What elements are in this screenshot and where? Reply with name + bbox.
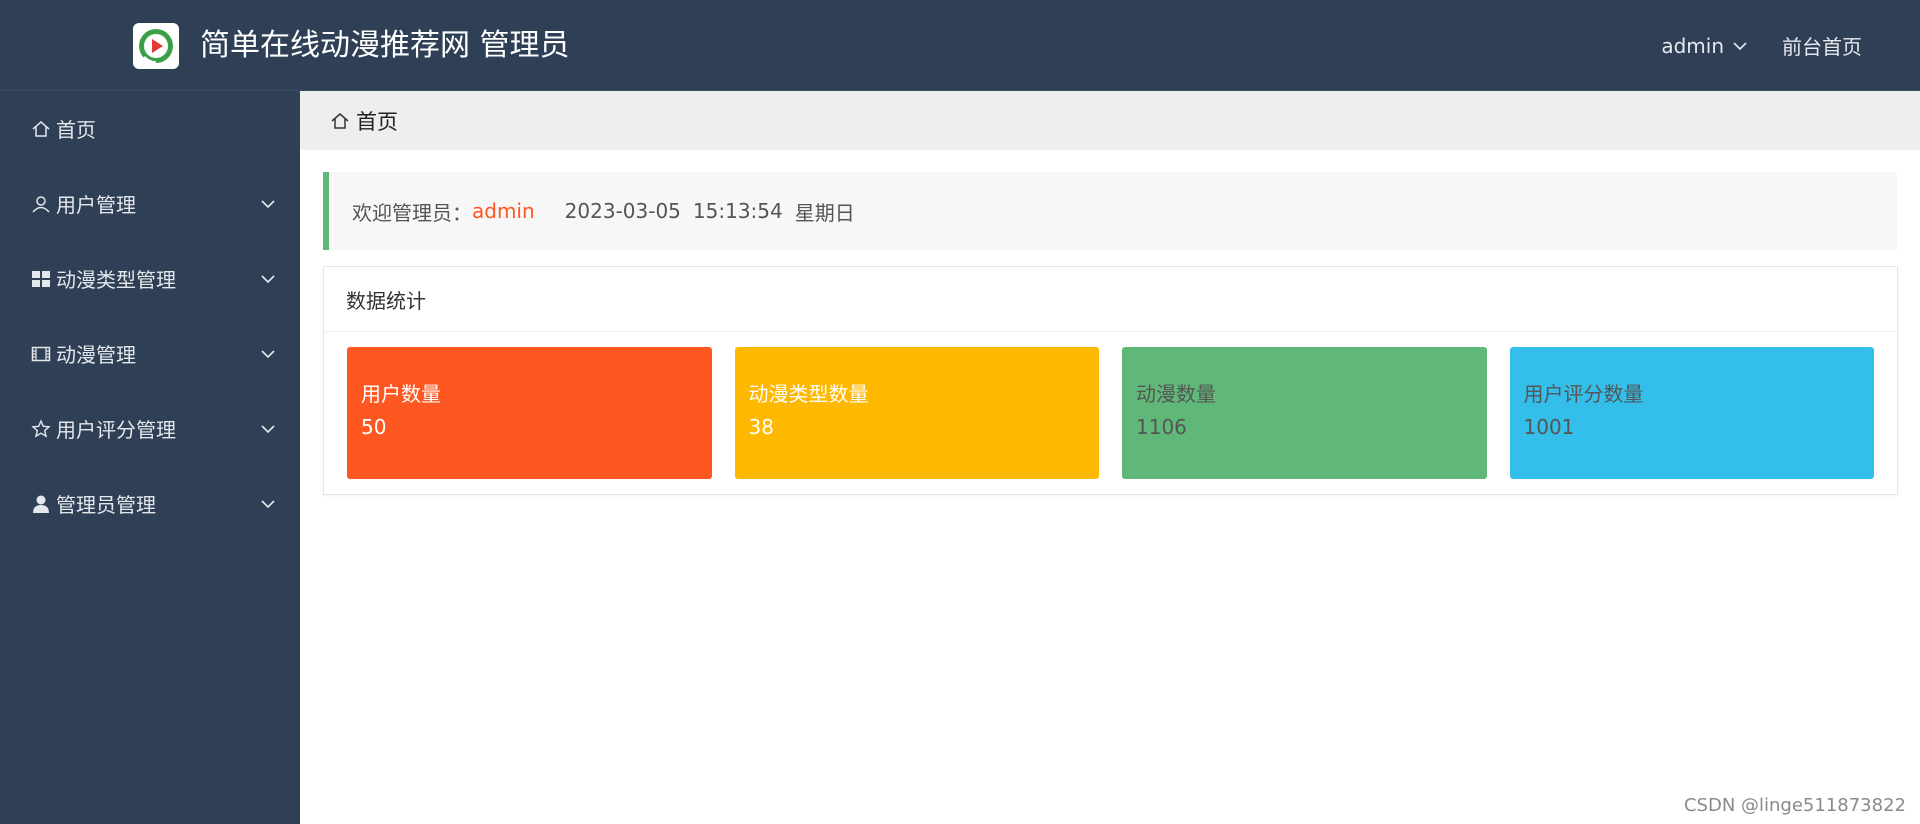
home-icon [330, 111, 350, 131]
film-icon [30, 343, 52, 365]
sidebar: 首页 用户管理 动漫类型管理 动漫管理 用户评分管理 管理员管理 [0, 91, 300, 824]
stat-value: 1106 [1136, 415, 1187, 439]
logo-icon [139, 29, 173, 65]
sidebar-item-label: 动漫类型管理 [56, 268, 176, 292]
sidebar-item-label: 动漫管理 [56, 343, 136, 367]
stat-value: 1001 [1523, 415, 1575, 439]
chevron-down-icon [261, 424, 275, 433]
app-logo [133, 23, 179, 69]
sidebar-item-rating-management[interactable]: 用户评分管理 [0, 391, 300, 466]
stat-tile-anime-types: 动漫类型数量 38 [734, 347, 1099, 479]
admin-user-menu[interactable]: admin [1661, 34, 1748, 58]
current-date: 2023-03-05 [564, 199, 681, 223]
top-header: 简单在线动漫推荐网 管理员 admin 前台首页 [0, 0, 1920, 91]
stat-tile-users: 用户数量 50 [347, 347, 712, 479]
stat-value: 50 [361, 415, 387, 439]
sidebar-item-anime-management[interactable]: 动漫管理 [0, 316, 300, 391]
sidebar-item-anime-type-management[interactable]: 动漫类型管理 [0, 241, 300, 316]
current-weekday: 星期日 [794, 200, 855, 225]
user-solid-icon [30, 493, 52, 515]
welcome-admin-name: admin [472, 199, 535, 223]
welcome-prefix: 欢迎管理员： [352, 200, 472, 225]
stat-tile-ratings: 用户评分数量 1001 [1509, 347, 1874, 479]
front-home-link[interactable]: 前台首页 [1782, 31, 1862, 60]
user-outline-icon [30, 193, 52, 215]
panel-title: 数据统计 [324, 267, 1897, 332]
welcome-banner: 欢迎管理员： admin 2023-03-05 15:13:54 星期日 [323, 172, 1897, 250]
stat-label: 动漫数量 [1136, 382, 1216, 406]
app-title: 简单在线动漫推荐网 管理员 [200, 28, 570, 63]
stat-label: 用户数量 [361, 382, 441, 406]
sidebar-item-label: 用户管理 [56, 193, 136, 217]
stat-tile-anime: 动漫数量 1106 [1122, 347, 1487, 479]
chevron-down-icon [261, 274, 275, 283]
admin-username: admin [1661, 33, 1724, 58]
current-time: 15:13:54 [692, 199, 783, 223]
sidebar-item-user-management[interactable]: 用户管理 [0, 166, 300, 241]
stat-label: 用户评分数量 [1523, 382, 1644, 406]
data-statistics-panel: 数据统计 用户数量 50 动漫类型数量 38 动漫数量 1106 用户评分数量 … [323, 266, 1898, 495]
home-icon [30, 118, 52, 140]
chevron-down-icon [261, 199, 275, 208]
csdn-watermark: CSDN @linge511873822 [1683, 795, 1906, 816]
stat-value: 38 [748, 415, 774, 439]
chevron-down-icon [1733, 41, 1747, 50]
sidebar-item-home[interactable]: 首页 [0, 91, 300, 166]
sidebar-item-label: 首页 [56, 118, 96, 142]
breadcrumb-home-tab[interactable]: 首页 [356, 106, 398, 136]
sidebar-item-label: 用户评分管理 [56, 418, 176, 442]
stat-label: 动漫类型数量 [748, 382, 869, 406]
main-content: 首页 欢迎管理员： admin 2023-03-05 15:13:54 星期日 … [300, 91, 1920, 824]
grid-icon [30, 268, 52, 290]
chevron-down-icon [261, 349, 275, 358]
sidebar-item-admin-management[interactable]: 管理员管理 [0, 466, 300, 541]
star-icon [30, 418, 52, 440]
sidebar-item-label: 管理员管理 [56, 493, 156, 517]
chevron-down-icon [261, 499, 275, 508]
breadcrumb: 首页 [300, 91, 1920, 150]
